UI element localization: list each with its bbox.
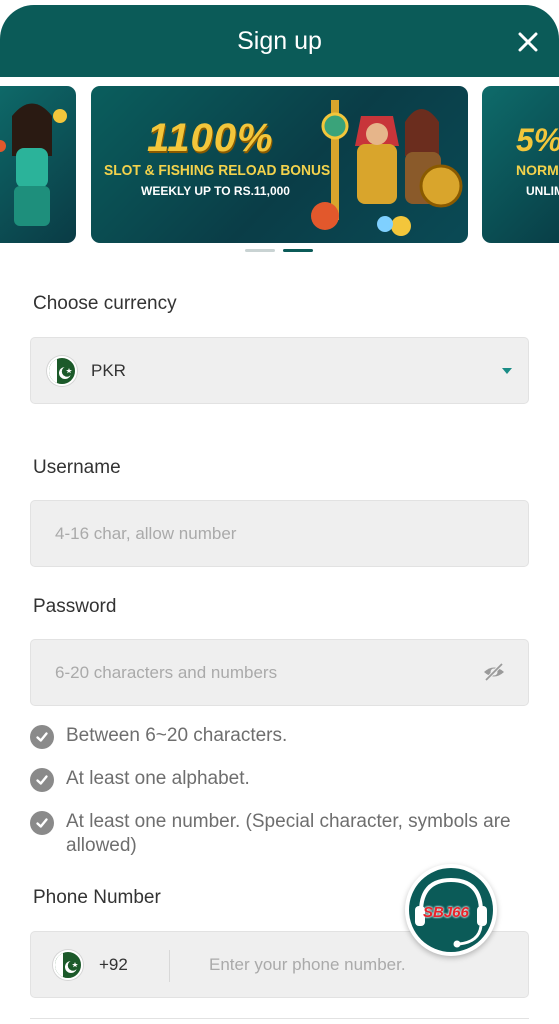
password-label: Password: [33, 596, 117, 617]
promo-headline: 1100%: [147, 116, 274, 160]
chevron-down-icon: [502, 368, 512, 374]
pakistan-flag-icon: [47, 356, 77, 386]
password-rule-alphabet: At least one alphabet.: [30, 767, 526, 792]
support-badge: SBJ66: [409, 868, 493, 952]
eye-slash-icon[interactable]: [482, 662, 506, 682]
promo-detail: WEEKLY UP TO RS.11,000: [141, 184, 290, 198]
signup-page: Sign up 1100% SLOT & FISHING RELOAD BONU…: [0, 0, 559, 1024]
support-logo: SBJ66: [423, 904, 469, 921]
close-button[interactable]: [513, 27, 543, 57]
phone-label: Phone Number: [33, 887, 161, 908]
check-circle-icon: [30, 725, 54, 749]
promo-banner-previous[interactable]: [0, 86, 76, 243]
password-input[interactable]: 6-20 characters and numbers: [30, 639, 529, 706]
password-placeholder: 6-20 characters and numbers: [55, 663, 278, 682]
check-circle-icon: [30, 768, 54, 792]
currency-label: Choose currency: [33, 293, 177, 314]
promo-banner-current[interactable]: 1100% SLOT & FISHING RELOAD BONUS WEEKLY…: [91, 86, 468, 243]
carousel-dot-active[interactable]: [283, 249, 313, 252]
check-circle-icon: [30, 811, 54, 835]
password-rule-text: At least one number. (Special character,…: [66, 811, 511, 856]
password-rule-number: At least one number. (Special character,…: [30, 810, 526, 858]
carousel-indicator: [245, 249, 313, 252]
page-title: Sign up: [237, 27, 322, 55]
promo-next-subtitle: NORMA: [516, 162, 559, 178]
promo-subtitle: SLOT & FISHING RELOAD BONUS: [104, 162, 331, 179]
promo-banner-next[interactable]: 5% NORMA UNLIM: [482, 86, 559, 243]
username-placeholder: 4-16 char, allow number: [55, 524, 237, 543]
promo-characters-image: [311, 100, 463, 236]
carousel-dot[interactable]: [245, 249, 275, 252]
username-input[interactable]: 4-16 char, allow number: [30, 500, 529, 567]
password-rule-length: Between 6~20 characters.: [30, 724, 526, 749]
support-button[interactable]: SBJ66: [405, 864, 497, 956]
phone-placeholder: Enter your phone number.: [209, 955, 406, 974]
close-icon: [518, 32, 538, 52]
promo-next-detail: UNLIM: [526, 184, 559, 198]
username-label: Username: [33, 457, 121, 478]
pakistan-flag-icon[interactable]: [53, 950, 83, 980]
currency-select[interactable]: PKR: [30, 337, 529, 404]
promo-character-image: [0, 103, 67, 226]
promo-carousel[interactable]: 1100% SLOT & FISHING RELOAD BONUS WEEKLY…: [0, 77, 559, 257]
country-code[interactable]: +92: [99, 955, 128, 975]
promo-next-headline: 5%: [516, 122, 559, 158]
password-rule-text: At least one alphabet.: [66, 768, 250, 789]
currency-value: PKR: [91, 361, 126, 380]
password-rule-text: Between 6~20 characters.: [66, 725, 288, 746]
divider: [169, 950, 170, 982]
signup-header: Sign up: [0, 5, 559, 77]
next-field-edge: [30, 1018, 529, 1024]
